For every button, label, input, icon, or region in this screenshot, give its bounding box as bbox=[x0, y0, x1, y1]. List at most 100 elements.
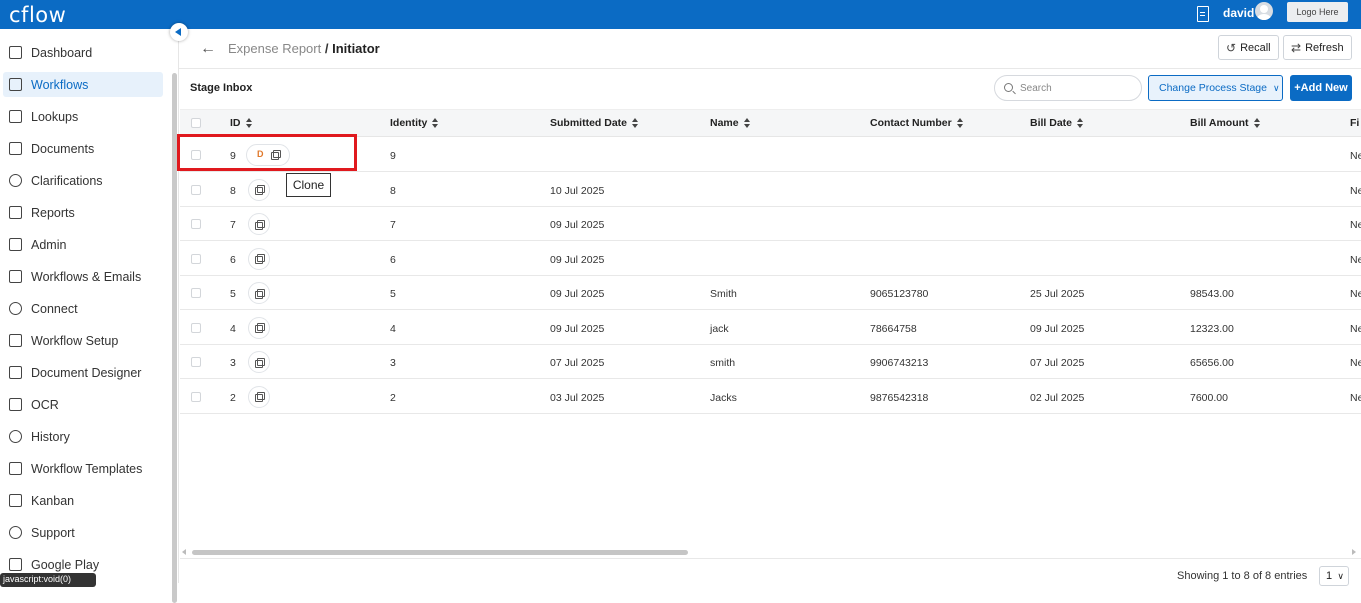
clone-button[interactable] bbox=[248, 247, 270, 270]
sort-icon[interactable] bbox=[432, 118, 439, 129]
sidebar-item-workflows[interactable]: Workflows bbox=[3, 72, 163, 97]
sidebar-item-documents[interactable]: Documents bbox=[3, 136, 163, 161]
cell-submitted: 09 Jul 2025 bbox=[550, 253, 605, 266]
clone-button[interactable] bbox=[248, 316, 270, 339]
cell-bill-date: 25 Jul 2025 bbox=[1030, 288, 1085, 300]
search-box[interactable] bbox=[994, 75, 1142, 101]
sidebar-item-reports[interactable]: Reports bbox=[3, 200, 163, 225]
sidebar-item-label: Workflow Setup bbox=[31, 333, 119, 348]
clone-button[interactable] bbox=[248, 178, 270, 201]
select-all-checkbox[interactable] bbox=[191, 118, 201, 128]
clone-button[interactable] bbox=[248, 385, 270, 408]
collapse-sidebar-button[interactable] bbox=[170, 23, 188, 41]
row-checkbox[interactable] bbox=[191, 184, 201, 195]
sort-icon[interactable] bbox=[743, 118, 751, 129]
column-header-bill-amount[interactable]: Bill Amount bbox=[1190, 117, 1261, 129]
table-row[interactable]: 7 7 09 Jul 2025 Ne bbox=[180, 207, 1361, 241]
chevron-down-icon: ∨ bbox=[1272, 82, 1280, 93]
page-size-select[interactable]: 1 ∨ bbox=[1319, 566, 1349, 586]
sidebar-item-support[interactable]: Support bbox=[3, 520, 163, 545]
row-checkbox[interactable] bbox=[191, 219, 201, 229]
cell-identity: 8 bbox=[390, 184, 396, 197]
sidebar-item-admin[interactable]: Admin bbox=[3, 232, 163, 257]
sidebar-item-clarifications[interactable]: Clarifications bbox=[3, 168, 163, 193]
column-header-label: ID bbox=[230, 117, 241, 129]
sort-icon[interactable] bbox=[956, 118, 964, 129]
status-bar-tooltip: javascript:void(0) bbox=[0, 573, 96, 587]
breadcrumb-separator: / bbox=[321, 41, 333, 56]
sidebar-item-workflow-templates[interactable]: Workflow Templates bbox=[3, 456, 163, 481]
sort-icon[interactable] bbox=[245, 118, 253, 129]
table-header: ID Identity Submitted Date Name Contact Numb… bbox=[180, 109, 1361, 137]
breadcrumb-parent[interactable]: Expense Report bbox=[228, 41, 321, 56]
sidebar-item-connect[interactable]: Connect bbox=[3, 296, 163, 321]
row-checkbox[interactable] bbox=[191, 322, 201, 333]
column-header-id[interactable]: ID bbox=[230, 117, 253, 129]
add-new-button[interactable]: +Add New bbox=[1290, 75, 1352, 101]
table-row[interactable]: 9 D 9 Ne bbox=[180, 138, 1361, 172]
sort-icon[interactable] bbox=[632, 118, 639, 129]
sidebar-item-kanban[interactable]: Kanban bbox=[3, 488, 163, 513]
cell-identity: 5 bbox=[390, 288, 396, 300]
search-input[interactable] bbox=[1020, 81, 1130, 95]
table-row[interactable]: 3 3 07 Jul 2025 smith 9906743213 07 Jul 2025 6… bbox=[180, 345, 1361, 379]
table-row[interactable]: 8 8 10 Jul 2025 Ne bbox=[180, 173, 1361, 207]
clone-button[interactable] bbox=[248, 282, 270, 304]
row-checkbox[interactable] bbox=[191, 288, 201, 298]
clone-button[interactable] bbox=[248, 351, 270, 373]
user-name[interactable]: david bbox=[1223, 6, 1254, 20]
sidebar-item-dashboard[interactable]: Dashboard bbox=[3, 40, 163, 65]
cell-fi: Ne bbox=[1350, 184, 1361, 197]
clone-icon bbox=[254, 185, 265, 195]
cell-submitted: 10 Jul 2025 bbox=[550, 184, 605, 197]
recall-button[interactable]: ↺ Recall bbox=[1218, 35, 1279, 60]
refresh-button[interactable]: ⇄ Refresh bbox=[1283, 35, 1352, 60]
back-arrow-icon[interactable]: ← bbox=[200, 40, 216, 58]
cell-fi: Ne bbox=[1350, 322, 1361, 335]
table-row[interactable]: 6 6 09 Jul 2025 Ne bbox=[180, 242, 1361, 276]
table-row[interactable]: 4 4 09 Jul 2025 jack 78664758 09 Jul 2025 1232… bbox=[180, 311, 1361, 345]
scroll-left-arrow-icon[interactable] bbox=[182, 549, 186, 555]
document-designer-icon bbox=[9, 366, 22, 379]
app-logo[interactable]: cflow bbox=[9, 3, 66, 27]
sort-icon[interactable] bbox=[1253, 118, 1261, 129]
row-checkbox[interactable] bbox=[191, 391, 201, 402]
page-size-value: 1 bbox=[1326, 570, 1333, 582]
column-header-label: Name bbox=[710, 117, 739, 129]
document-icon[interactable] bbox=[1197, 6, 1209, 22]
sort-icon[interactable] bbox=[1077, 118, 1084, 129]
table-row[interactable]: 2 2 03 Jul 2025 Jacks 9876542318 02 Jul 2025 7… bbox=[180, 380, 1361, 414]
row-checkbox[interactable] bbox=[191, 253, 201, 264]
change-process-stage-button[interactable]: Change Process Stage ∨ bbox=[1148, 75, 1283, 101]
column-header-name[interactable]: Name bbox=[710, 117, 751, 129]
column-header-fi[interactable]: Fi bbox=[1350, 117, 1359, 129]
column-header-label: Submitted Date bbox=[550, 117, 628, 129]
cell-submitted: 09 Jul 2025 bbox=[550, 219, 605, 231]
kanban-icon bbox=[9, 494, 22, 507]
sidebar-item-label: Kanban bbox=[31, 493, 75, 508]
column-header-contact-number[interactable]: Contact Number bbox=[870, 117, 964, 129]
sidebar-item-workflows-emails[interactable]: Workflows & Emails bbox=[3, 264, 163, 289]
sidebar-item-ocr[interactable]: OCR bbox=[3, 392, 163, 417]
breadcrumb-current: Initiator bbox=[332, 41, 380, 56]
sidebar-item-label: Admin bbox=[31, 237, 67, 252]
user-avatar-icon[interactable] bbox=[1255, 2, 1273, 20]
clone-button[interactable] bbox=[248, 213, 270, 235]
column-header-submitted-date[interactable]: Submitted Date bbox=[550, 117, 639, 129]
horizontal-scrollbar-thumb[interactable] bbox=[192, 550, 688, 555]
search-icon bbox=[1004, 83, 1013, 92]
scroll-right-arrow-icon[interactable] bbox=[1352, 549, 1356, 555]
cell-submitted: 07 Jul 2025 bbox=[550, 357, 605, 369]
table-row[interactable]: 5 5 09 Jul 2025 Smith 9065123780 25 Jul 2025 9… bbox=[180, 276, 1361, 310]
sidebar-item-lookups[interactable]: Lookups bbox=[3, 104, 163, 129]
clone-icon bbox=[254, 254, 265, 264]
column-header-bill-date[interactable]: Bill Date bbox=[1030, 117, 1084, 129]
sidebar-item-workflow-setup[interactable]: Workflow Setup bbox=[3, 328, 163, 353]
refresh-label: Refresh bbox=[1305, 41, 1344, 54]
sidebar-item-document-designer[interactable]: Document Designer bbox=[3, 360, 163, 385]
clone-icon bbox=[254, 288, 265, 299]
sidebar-item-label: Dashboard bbox=[31, 45, 93, 60]
row-checkbox[interactable] bbox=[191, 357, 201, 367]
sidebar-item-history[interactable]: History bbox=[3, 424, 163, 449]
column-header-identity[interactable]: Identity bbox=[390, 117, 439, 129]
